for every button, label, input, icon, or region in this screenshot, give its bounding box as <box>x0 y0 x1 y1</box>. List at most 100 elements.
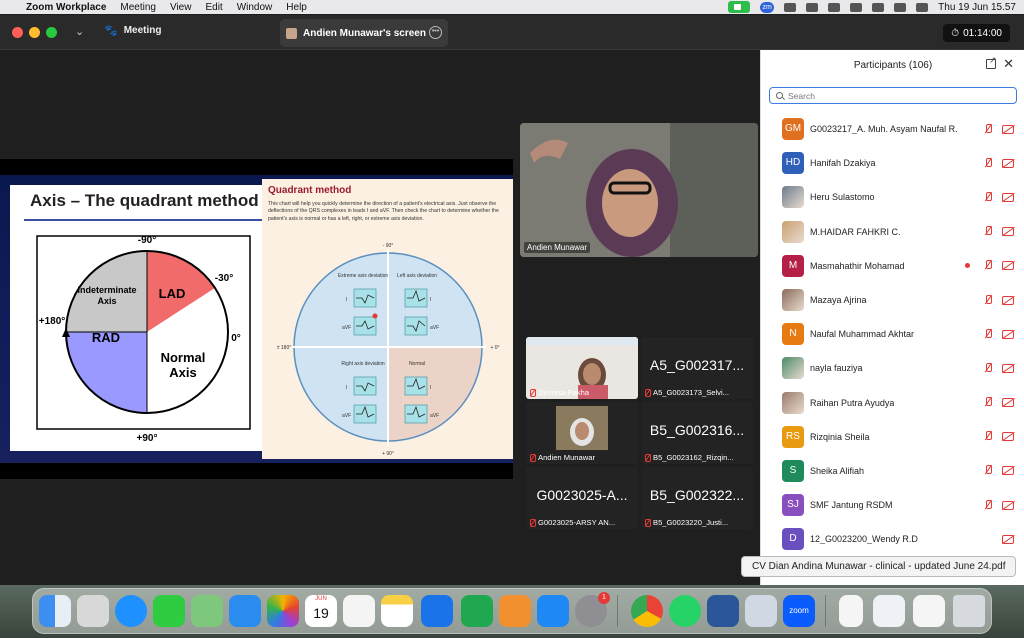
reminders-icon[interactable] <box>343 595 375 627</box>
calendar-icon[interactable]: JUN 19 <box>305 595 337 627</box>
photos-icon[interactable] <box>267 595 299 627</box>
preview-icon[interactable] <box>745 595 777 627</box>
muted-mic-icon[interactable] <box>984 294 993 306</box>
popout-icon[interactable] <box>986 55 997 69</box>
shared-screen-tab[interactable]: Andien Munawar's screen ••• <box>280 19 448 47</box>
participant-row[interactable]: D 12_G0023200_Wendy R.D <box>761 522 1024 556</box>
video-off-icon[interactable] <box>1002 261 1014 271</box>
video-off-icon[interactable] <box>1002 432 1014 442</box>
video-status-icon[interactable] <box>728 1 751 13</box>
app-store-icon[interactable] <box>537 595 569 627</box>
participant-row[interactable]: M Masmahathir Mohamad <box>761 249 1024 283</box>
video-off-icon[interactable] <box>1002 500 1014 510</box>
system-settings-icon[interactable]: 1 <box>575 592 610 627</box>
close-window-button[interactable] <box>12 27 23 38</box>
video-tile[interactable]: B5_G002316... B5_G0023162_Rizqin... <box>641 402 753 464</box>
video-tile[interactable]: A5_G002317... A5_G0023173_Selvi... <box>641 337 753 399</box>
search-icon[interactable] <box>872 2 885 12</box>
meeting-timer[interactable]: ⏱ 01:14:00 <box>943 24 1010 42</box>
muted-mic-icon[interactable] <box>984 362 993 374</box>
muted-mic-icon[interactable] <box>984 328 993 340</box>
word-icon[interactable] <box>707 595 739 627</box>
zoom-app-icon[interactable]: zoom <box>783 595 815 627</box>
video-off-icon[interactable] <box>1002 227 1014 237</box>
messages-icon[interactable] <box>153 595 185 627</box>
avatar <box>782 289 804 312</box>
participant-row[interactable]: HD Hanifah Dzakiya <box>761 146 1024 180</box>
menu-view[interactable]: View <box>170 2 192 13</box>
video-tile[interactable]: Dyonisa Pakha <box>526 337 638 399</box>
video-off-icon[interactable] <box>1002 363 1014 373</box>
muted-mic-icon[interactable] <box>984 191 993 203</box>
participant-row[interactable]: Raihan Putra Ayudya <box>761 386 1024 420</box>
participant-row[interactable]: Mazaya Ajrina <box>761 283 1024 317</box>
chevron-down-icon[interactable]: ⌄ <box>75 25 84 38</box>
video-off-icon[interactable] <box>1002 295 1014 305</box>
document-icon[interactable] <box>873 595 905 627</box>
muted-mic-icon[interactable] <box>984 157 993 169</box>
speaker-video[interactable]: Andien Munawar <box>520 123 758 257</box>
search-input[interactable]: Search <box>769 87 1017 104</box>
video-off-icon[interactable] <box>1002 466 1014 476</box>
battery-icon[interactable] <box>828 2 841 12</box>
maps-icon[interactable] <box>191 595 223 627</box>
video-off-icon[interactable] <box>1002 534 1014 544</box>
cloud-icon[interactable] <box>784 2 797 12</box>
muted-mic-icon[interactable] <box>984 465 993 476</box>
menu-app-name[interactable]: Zoom Workplace <box>26 2 106 13</box>
fullscreen-window-button[interactable] <box>46 27 57 38</box>
speaker-name-label: Andien Munawar <box>524 242 591 253</box>
video-off-icon[interactable] <box>1002 192 1014 202</box>
participant-row[interactable]: GM G0023217_A. Muh. Asyam Naufal R. <box>761 112 1024 146</box>
minimize-window-button[interactable] <box>29 27 40 38</box>
trash-icon[interactable] <box>953 595 985 627</box>
muted-mic-icon[interactable] <box>984 260 993 271</box>
menu-help[interactable]: Help <box>286 2 307 13</box>
pages-icon[interactable] <box>499 595 531 627</box>
notes-icon[interactable] <box>381 595 413 627</box>
muted-mic-icon[interactable] <box>984 431 993 442</box>
finder-icon[interactable] <box>39 595 71 627</box>
clock[interactable]: Thu 19 Jun 15.57 <box>938 2 1016 13</box>
participant-row[interactable]: RS Rizqinia Sheila <box>761 420 1024 454</box>
siri-icon[interactable] <box>916 2 929 12</box>
menu-edit[interactable]: Edit <box>205 2 222 13</box>
close-icon[interactable]: ✕ <box>1003 56 1014 72</box>
video-tile[interactable]: B5_G002322... B5_G0023220_Justi... <box>641 467 753 529</box>
document-icon[interactable] <box>839 595 863 627</box>
video-off-icon[interactable] <box>1002 158 1014 168</box>
muted-mic-icon[interactable] <box>984 123 993 135</box>
cloud-icon[interactable] <box>806 2 819 12</box>
participant-row[interactable]: S Sheika Alifiah <box>761 454 1024 488</box>
muted-mic-icon[interactable] <box>984 499 993 511</box>
muted-mic-icon[interactable] <box>984 397 993 408</box>
participant-row[interactable]: M.HAIDAR FAHKRI C. <box>761 215 1024 249</box>
video-tile[interactable]: G0023025-A... G0023025-ARSY AN... <box>526 467 638 529</box>
wifi-icon[interactable] <box>850 2 863 12</box>
document-icon[interactable] <box>913 595 945 627</box>
video-off-icon[interactable] <box>1002 329 1014 339</box>
shared-screen[interactable]: Axis – The quadrant method -90° -30° +18… <box>0 159 513 479</box>
participant-row[interactable]: N Naufal Muhammad Akhtar <box>761 317 1024 351</box>
zoom-status-icon[interactable]: zm <box>760 1 775 13</box>
video-off-icon[interactable] <box>1002 398 1014 408</box>
whatsapp-icon[interactable] <box>669 595 701 627</box>
chrome-icon[interactable] <box>631 595 663 627</box>
menu-meeting[interactable]: Meeting <box>120 2 156 13</box>
participant-row[interactable]: Heru Sulastomo <box>761 180 1024 214</box>
menu-window[interactable]: Window <box>237 2 273 13</box>
keynote-icon[interactable] <box>421 595 453 627</box>
control-center-icon[interactable] <box>894 2 907 12</box>
numbers-icon[interactable] <box>461 595 493 627</box>
meeting-tab[interactable]: 🐾 Meeting <box>104 24 161 37</box>
participant-row[interactable]: nayla fauziya <box>761 351 1024 385</box>
participant-row[interactable]: SJ SMF Jantung RSDM <box>761 488 1024 522</box>
mail-icon[interactable] <box>229 595 261 627</box>
video-off-icon[interactable] <box>1002 124 1014 134</box>
muted-mic-icon[interactable] <box>984 226 993 237</box>
qm-label-left: Left axis deviation <box>397 273 437 279</box>
launchpad-icon[interactable] <box>77 595 109 627</box>
video-tile[interactable]: Andien Munawar <box>526 402 638 464</box>
safari-icon[interactable] <box>115 595 147 627</box>
more-options-icon[interactable]: ••• <box>429 26 442 39</box>
